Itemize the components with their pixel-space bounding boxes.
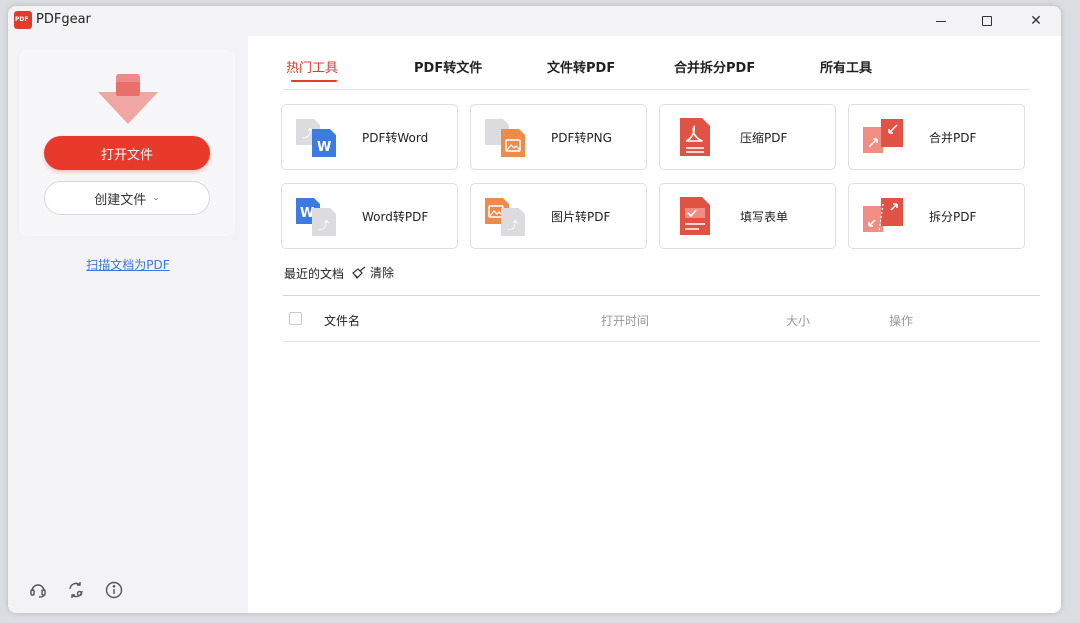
app-logo-icon <box>14 11 32 29</box>
app-title: PDFgear <box>36 12 91 27</box>
tool-card-pdf-to-png[interactable]: PDF转PNG <box>470 104 647 170</box>
tool-card-image-to-pdf[interactable]: ⤴ 图片转PDF <box>470 183 647 249</box>
recent-table-header: 文件名 打开时间 大小 操作 <box>283 296 1040 342</box>
title-bar: PDFgear ✕ <box>8 6 1061 36</box>
tool-label: PDF转Word <box>362 131 429 145</box>
open-file-card: 打开文件 创建文件 ⌄ <box>19 50 235 236</box>
fill-form-icon <box>680 197 710 235</box>
sidebar-footer <box>28 580 124 600</box>
clear-recent-button[interactable]: 清除 <box>351 264 394 281</box>
svg-text:W: W <box>317 140 331 155</box>
scan-to-pdf-link[interactable]: 扫描文档为PDF <box>8 256 248 273</box>
recent-documents-title: 最近的文档 <box>284 267 345 281</box>
clear-label: 清除 <box>370 266 395 280</box>
tool-label: Word转PDF <box>362 210 429 224</box>
info-icon[interactable] <box>104 580 124 600</box>
tool-label: 拆分PDF <box>929 210 977 224</box>
tab-file-to-pdf[interactable]: 文件转PDF <box>547 57 615 76</box>
split-pdf-icon <box>863 198 903 233</box>
tool-card-fill-form[interactable]: 填写表单 <box>659 183 836 249</box>
tab-hot-tools[interactable]: 热门工具 <box>286 57 338 76</box>
close-button[interactable]: ✕ <box>1013 6 1059 36</box>
tool-label: 压缩PDF <box>740 131 788 145</box>
broom-icon <box>352 266 366 279</box>
maximize-icon <box>982 16 992 26</box>
tool-card-merge-pdf[interactable]: 合并PDF <box>848 104 1025 170</box>
active-tab-indicator <box>291 80 337 82</box>
column-header-opened[interactable]: 打开时间 <box>601 312 649 329</box>
svg-text:⤴: ⤴ <box>318 218 329 232</box>
maximize-button[interactable] <box>964 6 1010 36</box>
close-icon: ✕ <box>1030 13 1042 29</box>
app-window: PDFgear ✕ 打开文件 创建文件 ⌄ 扫描文档为PDF <box>8 6 1061 613</box>
column-header-size[interactable]: 大小 <box>786 312 810 329</box>
tool-label: 图片转PDF <box>551 210 611 224</box>
svg-text:⤴: ⤴ <box>507 218 518 232</box>
tool-card-split-pdf[interactable]: 拆分PDF <box>848 183 1025 249</box>
image-to-pdf-icon: ⤴ <box>485 198 525 236</box>
compress-pdf-icon <box>680 118 710 156</box>
chevron-down-icon: ⌄ <box>152 193 160 203</box>
create-file-label: 创建文件 <box>94 192 147 208</box>
tool-label: PDF转PNG <box>551 131 612 145</box>
create-file-button[interactable]: 创建文件 ⌄ <box>44 181 210 215</box>
support-icon[interactable] <box>28 580 48 600</box>
column-header-action: 操作 <box>889 314 914 328</box>
pdf-to-png-icon <box>485 119 525 157</box>
column-header-name[interactable]: 文件名 <box>324 312 360 329</box>
pdf-to-word-icon: ⤴ W <box>296 119 336 157</box>
word-to-pdf-icon: W ⤴ <box>296 198 336 236</box>
sync-settings-icon[interactable] <box>66 580 86 600</box>
svg-text:⤴: ⤴ <box>302 126 313 140</box>
tool-card-word-to-pdf[interactable]: W ⤴ Word转PDF <box>281 183 458 249</box>
tab-bar: 热门工具 PDF转文件 文件转PDF 合并拆分PDF 所有工具 <box>283 36 1030 90</box>
open-file-button[interactable]: 打开文件 <box>44 136 210 170</box>
tool-card-compress-pdf[interactable]: 压缩PDF <box>659 104 836 170</box>
merge-pdf-icon <box>863 119 903 153</box>
tool-label: 填写表单 <box>740 210 789 224</box>
sidebar: 打开文件 创建文件 ⌄ 扫描文档为PDF <box>8 36 248 613</box>
minimize-button[interactable] <box>918 6 964 36</box>
tab-pdf-to-file[interactable]: PDF转文件 <box>414 57 482 76</box>
tab-all-tools[interactable]: 所有工具 <box>820 57 872 76</box>
download-arrow-icon <box>98 74 158 124</box>
minimize-icon <box>936 20 946 22</box>
tool-card-pdf-to-word[interactable]: ⤴ W PDF转Word <box>281 104 458 170</box>
tab-merge-split-pdf[interactable]: 合并拆分PDF <box>674 57 755 76</box>
main-panel: 热门工具 PDF转文件 文件转PDF 合并拆分PDF 所有工具 ⤴ W PDF转… <box>248 36 1061 613</box>
select-all-checkbox[interactable] <box>289 312 302 325</box>
tool-label: 合并PDF <box>929 131 977 145</box>
